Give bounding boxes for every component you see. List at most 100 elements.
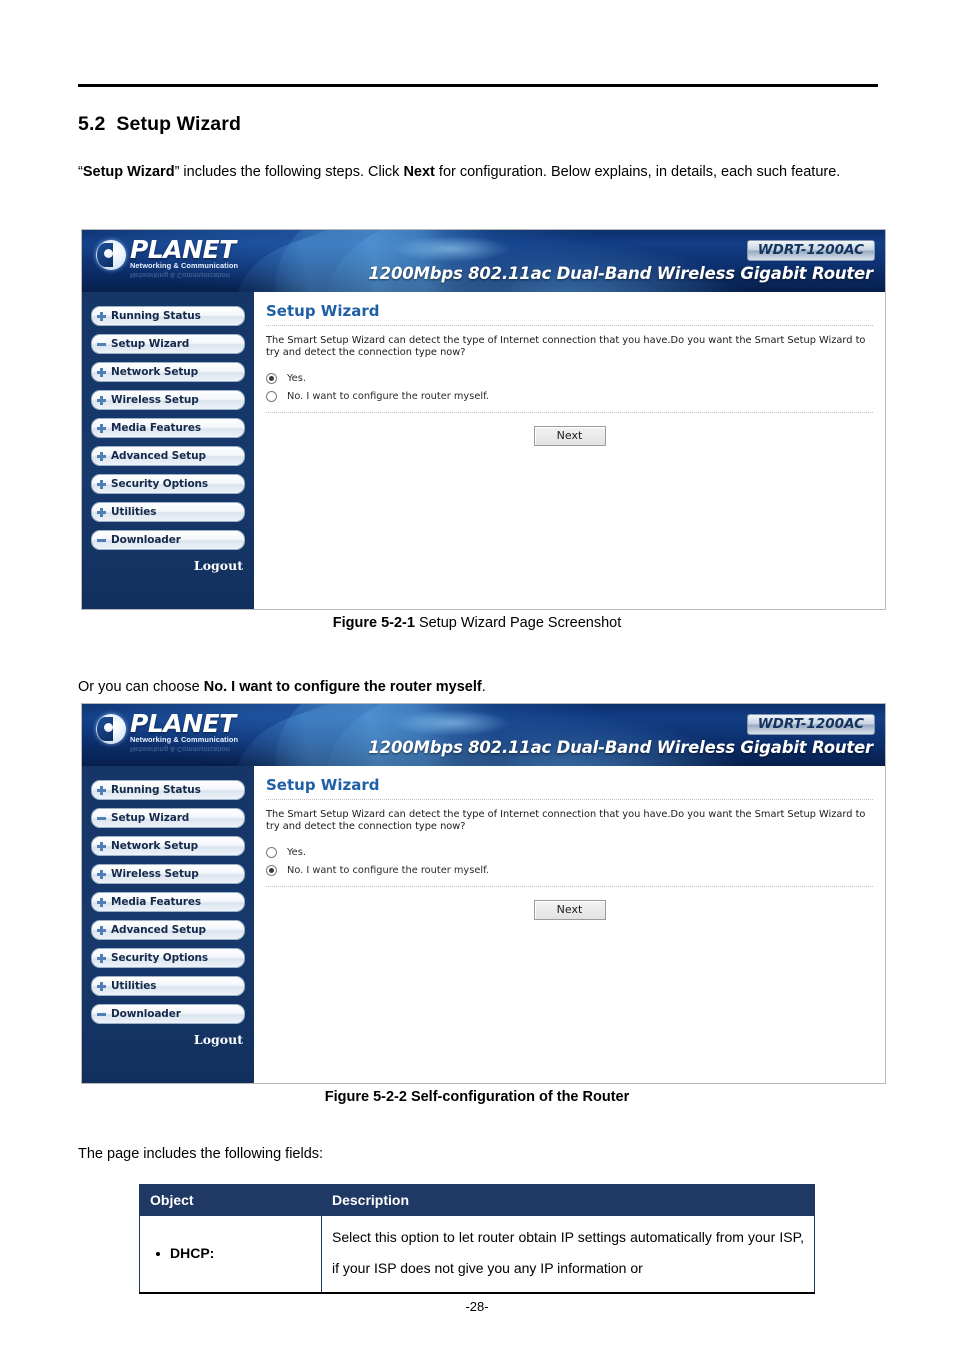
sidebar-item-label: Media Features <box>111 422 202 434</box>
plus-icon <box>97 423 106 433</box>
radio-option-yes[interactable]: Yes. <box>266 847 873 858</box>
sidebar-item-media-features[interactable]: Media Features <box>91 892 245 912</box>
section-title-text: Setup Wizard <box>116 113 241 135</box>
button-row: Next <box>266 900 873 920</box>
sidebar-item-label: Downloader <box>111 1008 181 1020</box>
sidebar-item-label: Security Options <box>111 478 209 490</box>
page-top-rule <box>78 84 878 87</box>
choose-text-1: Or you can choose <box>78 679 204 695</box>
content-divider-bottom <box>266 886 873 887</box>
model-description: 1200Mbps 802.11ac Dual-Band Wireless Gig… <box>368 738 873 757</box>
radio-label-yes: Yes. <box>287 847 306 858</box>
sidebar-item-advanced-setup[interactable]: Advanced Setup <box>91 446 245 466</box>
sidebar-item-advanced-setup[interactable]: Advanced Setup <box>91 920 245 940</box>
globe-icon <box>96 714 126 744</box>
sidebar-item-label: Setup Wizard <box>111 812 190 824</box>
button-row: Next <box>266 426 873 446</box>
sidebar-item-utilities[interactable]: Utilities <box>91 502 245 522</box>
sidebar-item-security-options[interactable]: Security Options <box>91 474 245 494</box>
figure-caption-2: Figure 5-2-2 Self-configuration of the R… <box>0 1089 954 1105</box>
table-cell-object-text: DHCP: <box>170 1244 215 1261</box>
logout-link[interactable]: Logout <box>91 1032 245 1047</box>
planet-logo: PLANET Networking & Communication Networ… <box>96 236 238 278</box>
table-row: DHCP: Select this option to let router o… <box>139 1215 815 1294</box>
brand-tagline-reflection: Networking & Communication <box>130 745 230 752</box>
plus-icon <box>97 311 106 321</box>
model-badge: WDRT-1200AC <box>746 240 875 261</box>
globe-icon <box>96 240 126 270</box>
next-button[interactable]: Next <box>533 900 606 920</box>
content-description: The Smart Setup Wizard can detect the ty… <box>266 335 866 358</box>
sidebar-item-label: Downloader <box>111 534 181 546</box>
sidebar-item-setup-wizard[interactable]: Setup Wizard <box>91 334 245 354</box>
plus-icon <box>97 785 106 795</box>
router-content-panel: Setup Wizard The Smart Setup Wizard can … <box>254 292 885 609</box>
table-cell-object: DHCP: <box>139 1215 322 1294</box>
sidebar-item-label: Wireless Setup <box>111 394 199 406</box>
table-header-row: Object Description <box>139 1184 815 1216</box>
brand-tagline: Networking & Communication <box>130 261 239 270</box>
plus-icon <box>97 925 106 935</box>
choose-text-2: . <box>481 679 486 695</box>
next-button[interactable]: Next <box>533 426 606 446</box>
intro-text-2: ” includes the following steps. Click <box>174 164 404 180</box>
brand-tagline: Networking & Communication <box>130 735 239 744</box>
sidebar-item-label: Media Features <box>111 896 202 908</box>
banner-glow-decoration <box>392 710 512 736</box>
router-body: Running Status Setup Wizard Network Setu… <box>82 292 885 609</box>
figure-caption-1-rest: Setup Wizard Page Screenshot <box>414 615 622 631</box>
sidebar-item-wireless-setup[interactable]: Wireless Setup <box>91 390 245 410</box>
sidebar-item-downloader[interactable]: Downloader <box>91 1004 245 1024</box>
plus-icon <box>97 507 106 517</box>
plus-icon <box>97 953 106 963</box>
section-number: 5.2 <box>78 113 106 135</box>
logout-link[interactable]: Logout <box>91 558 245 573</box>
radio-option-no[interactable]: No. I want to configure the router mysel… <box>266 865 873 876</box>
planet-logo: PLANET Networking & Communication Networ… <box>96 710 238 752</box>
figure-caption-1: Figure 5-2-1 Setup Wizard Page Screensho… <box>0 615 954 631</box>
sidebar-item-network-setup[interactable]: Network Setup <box>91 836 245 856</box>
sidebar-item-downloader[interactable]: Downloader <box>91 530 245 550</box>
object-description-table: Object Description DHCP: Select this opt… <box>139 1184 815 1294</box>
plus-icon <box>97 841 106 851</box>
router-screenshot-self-configuration: PLANET Networking & Communication Networ… <box>81 703 886 1084</box>
sidebar-item-security-options[interactable]: Security Options <box>91 948 245 968</box>
router-banner: PLANET Networking & Communication Networ… <box>82 230 885 292</box>
router-screenshot-setup-wizard: PLANET Networking & Communication Networ… <box>81 229 886 610</box>
radio-option-yes[interactable]: Yes. <box>266 373 873 384</box>
bullet-icon <box>156 1252 160 1256</box>
sidebar-item-wireless-setup[interactable]: Wireless Setup <box>91 864 245 884</box>
radio-button-no[interactable] <box>266 391 277 402</box>
content-divider-bottom <box>266 412 873 413</box>
radio-button-yes[interactable] <box>266 373 277 384</box>
sidebar-item-setup-wizard[interactable]: Setup Wizard <box>91 808 245 828</box>
sidebar-item-label: Running Status <box>111 784 201 796</box>
sidebar-item-utilities[interactable]: Utilities <box>91 976 245 996</box>
minus-icon <box>97 536 106 545</box>
intro-text-3: for configuration. Below explains, in de… <box>434 164 841 180</box>
table-cell-description: Select this option to let router obtain … <box>321 1215 815 1294</box>
intro-bold-next: Next <box>403 164 435 180</box>
plus-icon <box>97 451 106 461</box>
radio-button-no[interactable] <box>266 865 277 876</box>
router-sidebar: Running Status Setup Wizard Network Setu… <box>82 292 254 609</box>
sidebar-item-label: Utilities <box>111 980 157 992</box>
radio-option-no[interactable]: No. I want to configure the router mysel… <box>266 391 873 402</box>
sidebar-item-label: Utilities <box>111 506 157 518</box>
table-header-object: Object <box>139 1184 322 1216</box>
sidebar-item-network-setup[interactable]: Network Setup <box>91 362 245 382</box>
document-page: 5.2 Setup Wizard “Setup Wizard” includes … <box>0 0 954 1350</box>
plus-icon <box>97 367 106 377</box>
sidebar-item-media-features[interactable]: Media Features <box>91 418 245 438</box>
sidebar-item-label: Advanced Setup <box>111 924 206 936</box>
sidebar-item-running-status[interactable]: Running Status <box>91 780 245 800</box>
sidebar-item-running-status[interactable]: Running Status <box>91 306 245 326</box>
content-divider <box>266 325 873 326</box>
content-title: Setup Wizard <box>266 302 380 320</box>
plus-icon <box>97 981 106 991</box>
table-header-description: Description <box>321 1184 815 1216</box>
figure-caption-2-lead: Figure 5-2-2 Self-configuration of the R… <box>324 1089 630 1105</box>
radio-button-yes[interactable] <box>266 847 277 858</box>
banner-glow-decoration <box>392 236 512 262</box>
sidebar-item-label: Network Setup <box>111 840 199 852</box>
